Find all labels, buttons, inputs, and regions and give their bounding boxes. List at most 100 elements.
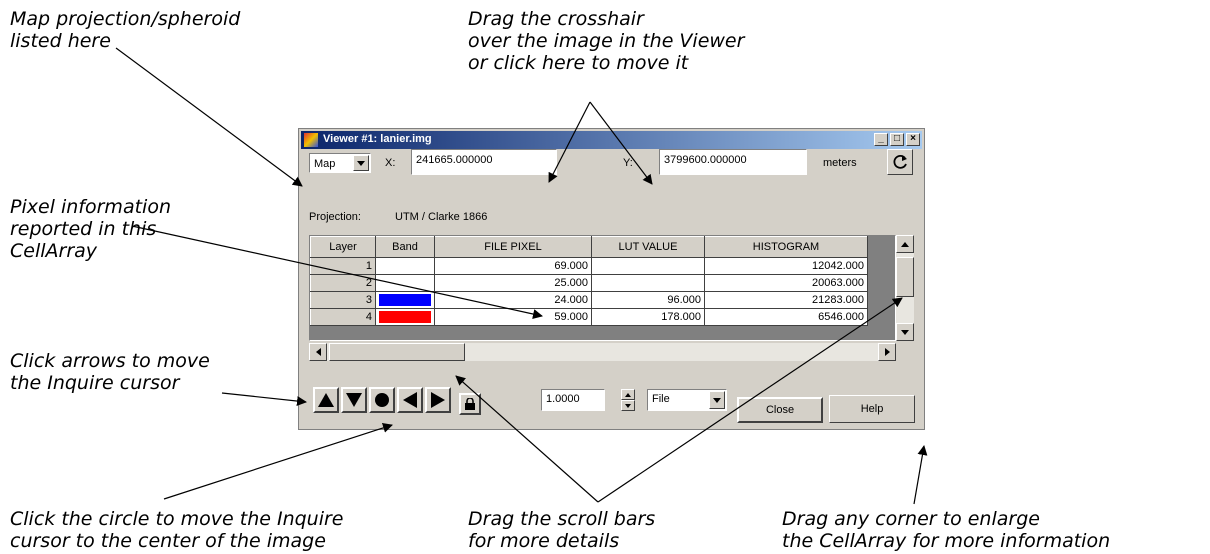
close-button-label: Close — [765, 404, 795, 416]
spin-down-icon[interactable] — [621, 400, 635, 411]
projection-label: Projection: — [309, 211, 361, 223]
x-coordinate-value: 241665.000000 — [416, 154, 493, 166]
x-label: X: — [385, 157, 396, 169]
table-row[interactable]: 3 24.000 96.000 21283.000 — [310, 291, 868, 309]
callout-arrows: Click arrows to move the Inquire cursor — [10, 350, 210, 394]
title-bar[interactable]: Viewer #1: lanier.img _ □ × — [301, 131, 922, 149]
triangle-up-icon — [318, 393, 334, 407]
cell-array[interactable]: Layer Band FILE PIXEL LUT VALUE HISTOGRA… — [309, 235, 896, 341]
column-header-layer[interactable]: Layer — [310, 236, 376, 258]
row-number[interactable]: 3 — [310, 291, 376, 309]
move-down-button[interactable] — [341, 387, 367, 413]
refresh-icon — [893, 154, 907, 169]
lock-button[interactable] — [459, 393, 481, 415]
arrow-to-window-corner — [913, 445, 928, 505]
close-icon[interactable]: × — [906, 133, 920, 146]
window-title: Viewer #1: lanier.img — [323, 133, 432, 145]
file-pixel-cell[interactable]: 59.000 — [434, 308, 592, 326]
callout-scroll: Drag the scroll bars for more details — [468, 508, 656, 552]
center-cursor-button[interactable] — [369, 387, 395, 413]
arrow-to-coord-type — [115, 47, 303, 187]
scroll-left-icon[interactable] — [309, 343, 327, 361]
table-row[interactable]: 2 25.000 20063.000 — [310, 274, 868, 292]
row-number[interactable]: 1 — [310, 257, 376, 275]
callout-circle: Click the circle to move the Inquire cur… — [10, 508, 344, 552]
minimize-icon[interactable]: _ — [874, 133, 888, 146]
arrow-to-circle-button — [163, 423, 393, 500]
scroll-down-icon[interactable] — [896, 323, 914, 341]
row-number[interactable]: 2 — [310, 274, 376, 292]
header-row: Layer Band FILE PIXEL LUT VALUE HISTOGRA… — [310, 236, 868, 258]
coord-type-value: Map — [314, 158, 336, 170]
viewer-inquire-window: Viewer #1: lanier.img _ □ × Map X: 24166… — [298, 128, 925, 430]
triangle-left-icon — [403, 392, 417, 408]
lut-value-cell[interactable] — [591, 257, 705, 275]
file-pixel-cell[interactable]: 25.000 — [434, 274, 592, 292]
help-button-label: Help — [860, 403, 884, 415]
band-color-swatch — [379, 311, 431, 323]
band-color-swatch — [379, 260, 431, 272]
chevron-down-icon[interactable] — [353, 155, 369, 171]
help-button[interactable]: Help — [829, 395, 915, 423]
move-right-button[interactable] — [425, 387, 451, 413]
lut-value-cell[interactable]: 96.000 — [591, 291, 705, 309]
x-coordinate-field[interactable]: 241665.000000 — [411, 149, 557, 175]
horizontal-scroll-thumb[interactable] — [329, 343, 465, 361]
coord-space-select[interactable]: File — [647, 389, 727, 411]
scroll-up-icon[interactable] — [896, 235, 914, 253]
band-color-cell[interactable] — [375, 257, 435, 275]
file-pixel-cell[interactable]: 69.000 — [434, 257, 592, 275]
scroll-right-icon[interactable] — [878, 343, 896, 361]
table-row[interactable]: 1 69.000 12042.000 — [310, 257, 868, 275]
coord-type-select[interactable]: Map — [309, 153, 371, 173]
coord-space-value: File — [652, 393, 670, 405]
refresh-button[interactable] — [887, 149, 913, 175]
histogram-cell[interactable]: 20063.000 — [704, 274, 868, 292]
lut-value-cell[interactable]: 178.000 — [591, 308, 705, 326]
column-header-file-pixel[interactable]: FILE PIXEL — [434, 236, 592, 258]
row-number[interactable]: 4 — [310, 308, 376, 326]
chevron-down-icon[interactable] — [709, 391, 725, 409]
lut-value-cell[interactable] — [591, 274, 705, 292]
callout-pixel-info: Pixel information reported in this CellA… — [10, 196, 171, 262]
triangle-right-icon — [431, 392, 445, 408]
band-color-cell[interactable] — [375, 291, 435, 309]
table-row[interactable]: 4 59.000 178.000 6546.000 — [310, 308, 868, 326]
column-header-histogram[interactable]: HISTOGRAM — [704, 236, 868, 258]
file-pixel-cell[interactable]: 24.000 — [434, 291, 592, 309]
band-color-cell[interactable] — [375, 274, 435, 292]
lock-icon — [465, 398, 475, 410]
column-header-lut-value[interactable]: LUT VALUE — [591, 236, 705, 258]
callout-crosshair: Drag the crosshair over the image in the… — [468, 8, 745, 74]
band-color-swatch — [379, 294, 431, 306]
y-coordinate-field[interactable]: 3799600.000000 — [659, 149, 807, 175]
histogram-cell[interactable]: 6546.000 — [704, 308, 868, 326]
arrow-to-nav-arrows — [221, 392, 307, 407]
y-coordinate-value: 3799600.000000 — [664, 154, 747, 166]
horizontal-scrollbar[interactable] — [309, 343, 896, 361]
band-color-cell[interactable] — [375, 308, 435, 326]
maximize-icon[interactable]: □ — [890, 133, 904, 146]
vertical-scrollbar[interactable] — [896, 235, 914, 341]
projection-value: UTM / Clarke 1866 — [395, 211, 488, 223]
close-button[interactable]: Close — [737, 397, 823, 423]
app-icon — [304, 133, 318, 147]
increment-spinner[interactable] — [621, 389, 635, 411]
band-color-swatch — [379, 277, 431, 289]
callout-map-projection: Map projection/spheroid listed here — [10, 8, 241, 52]
spin-up-icon[interactable] — [621, 389, 635, 400]
vertical-scroll-thumb[interactable] — [896, 257, 914, 297]
increment-value: 1.0000 — [546, 393, 580, 405]
histogram-cell[interactable]: 21283.000 — [704, 291, 868, 309]
triangle-down-icon — [346, 393, 362, 407]
histogram-cell[interactable]: 12042.000 — [704, 257, 868, 275]
move-up-button[interactable] — [313, 387, 339, 413]
callout-corner: Drag any corner to enlarge the CellArray… — [782, 508, 1111, 552]
units-label: meters — [823, 157, 857, 169]
column-header-band[interactable]: Band — [375, 236, 435, 258]
cell-array-table: Layer Band FILE PIXEL LUT VALUE HISTOGRA… — [310, 236, 868, 326]
y-label: Y: — [623, 157, 633, 169]
circle-icon — [375, 393, 389, 407]
increment-field[interactable]: 1.0000 — [541, 389, 605, 411]
move-left-button[interactable] — [397, 387, 423, 413]
